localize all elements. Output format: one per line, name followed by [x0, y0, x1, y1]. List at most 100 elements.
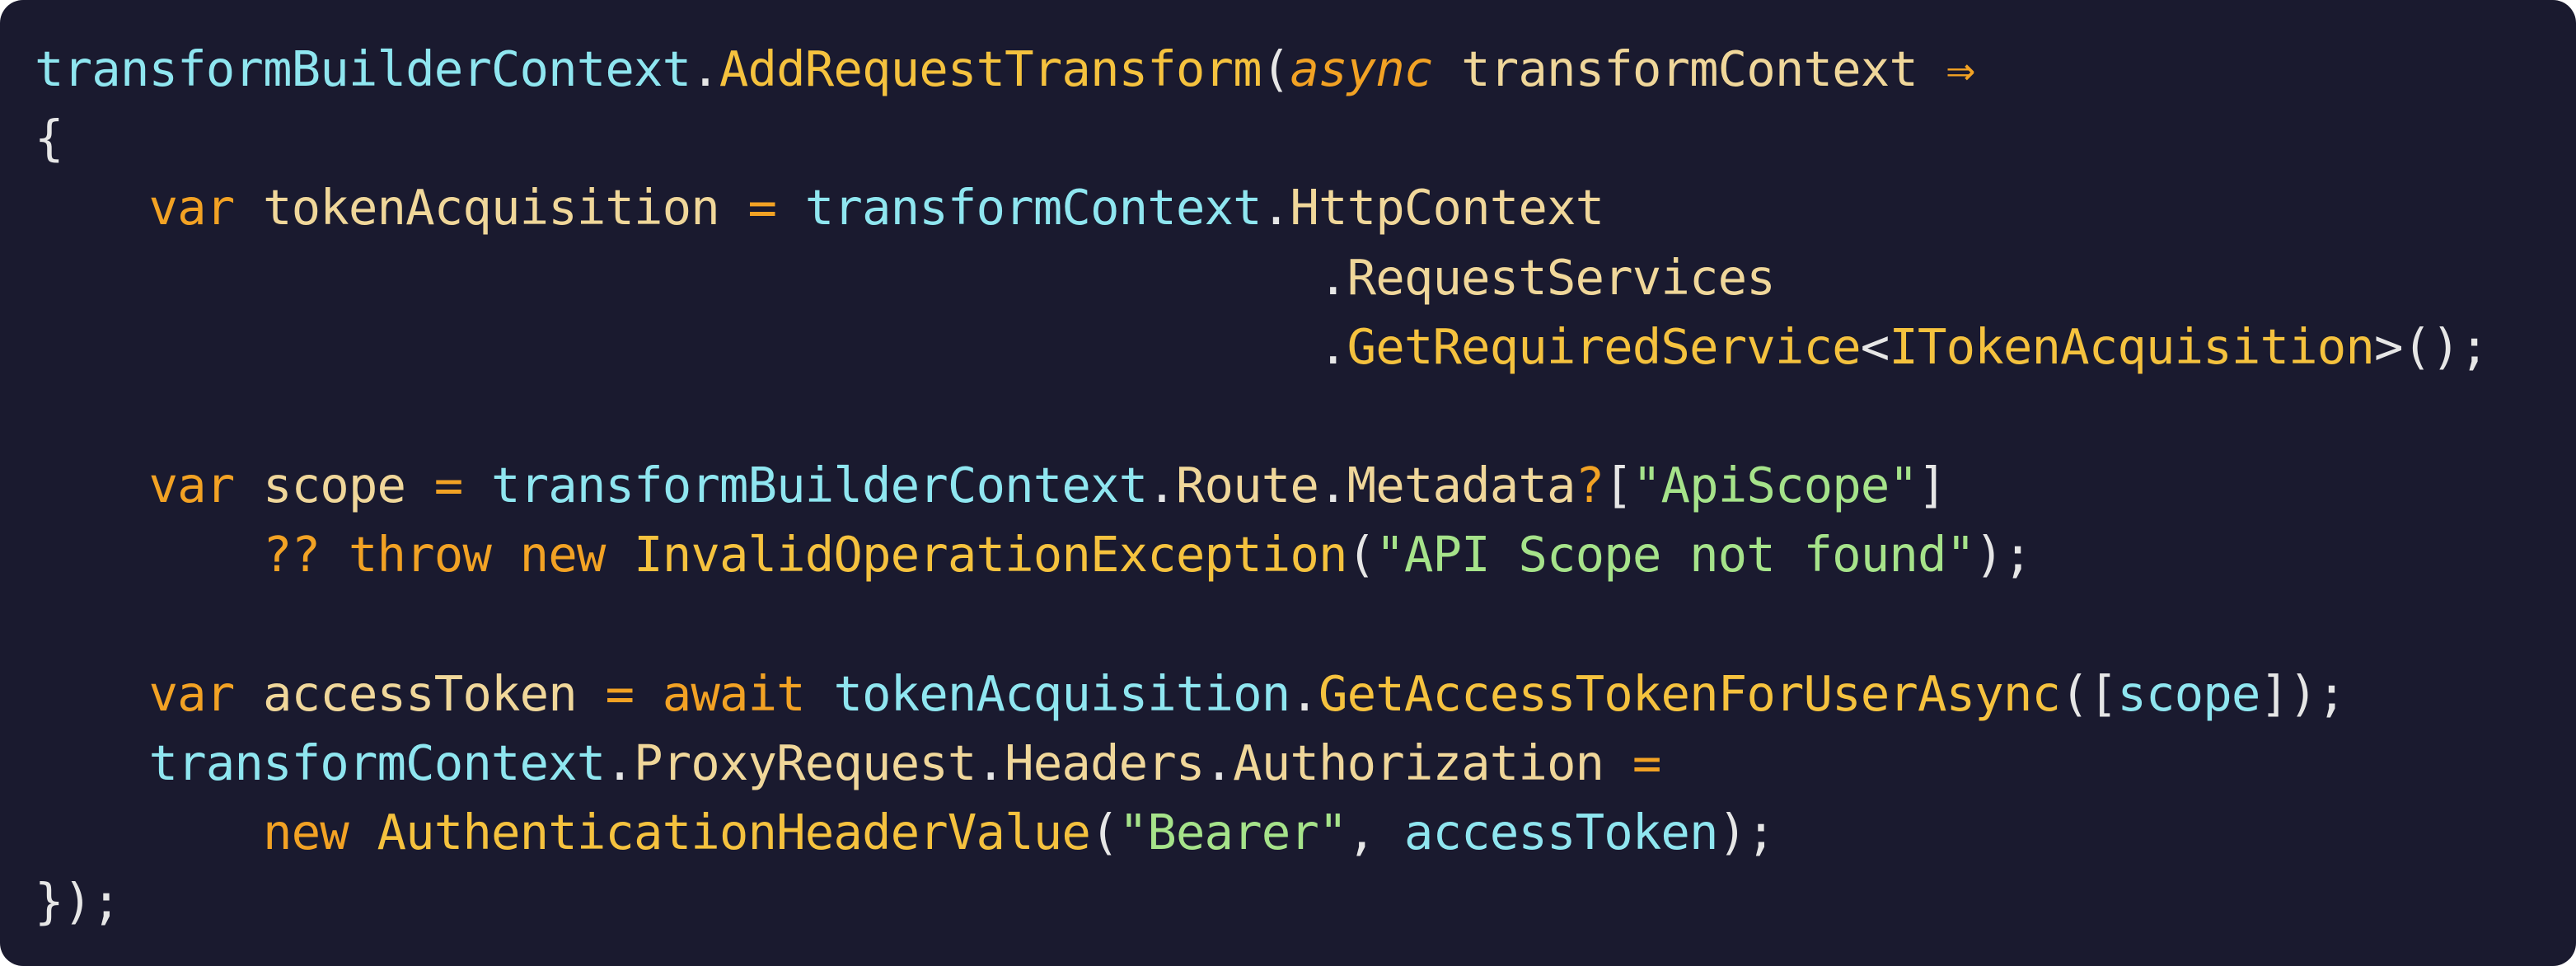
code-token-default: [776, 179, 805, 236]
code-token-method: AuthenticationHeaderValue: [377, 804, 1090, 861]
code-token-punct: .: [1318, 317, 1348, 375]
code-token-default: [35, 734, 148, 791]
code-token-punct: .: [1318, 248, 1348, 306]
code-token-default: [491, 526, 520, 583]
code-token-punct: {: [35, 110, 64, 167]
code-token-punct: (: [1090, 804, 1120, 861]
code-token-string: "ApiScope": [1632, 457, 1918, 514]
code-token-default: [234, 457, 263, 513]
code-token-property: transformContext: [1461, 40, 1918, 97]
code-token-default: [35, 526, 263, 583]
code-block: transformBuilderContext.AddRequestTransf…: [35, 35, 2489, 936]
code-token-punct: ]: [1918, 457, 1947, 514]
code-token-punct: );: [1717, 804, 1776, 861]
code-token-punct: <: [1860, 317, 1890, 375]
code-token-method: InvalidOperationException: [634, 526, 1347, 584]
code-token-punct: .: [691, 40, 720, 97]
code-token-property: Headers: [1005, 734, 1205, 791]
code-token-method: GetRequiredService: [1347, 317, 1862, 375]
code-line: {: [35, 104, 2488, 173]
code-token-punct: [: [1604, 457, 1633, 514]
code-line: [35, 590, 2488, 659]
code-token-keyword: ??: [262, 526, 321, 584]
code-token-punct: .: [1261, 179, 1291, 237]
code-token-default: [462, 457, 491, 513]
code-token-keyword: var: [148, 457, 235, 514]
code-token-ident: transformContext: [804, 179, 1262, 237]
code-token-default: [234, 179, 263, 236]
code-token-default: [35, 665, 148, 722]
code-token-default: [35, 457, 148, 513]
code-token-property: Authorization: [1233, 734, 1604, 791]
code-token-method: GetAccessTokenForUserAsync: [1318, 664, 2061, 722]
code-token-default: [1432, 40, 1461, 97]
code-token-default: [1604, 734, 1632, 791]
code-token-keyword: ?: [1575, 457, 1605, 514]
code-token-default: [805, 665, 834, 722]
code-token-punct: ,: [1347, 804, 1404, 861]
code-line: var tokenAcquisition = transformContext.…: [35, 173, 2488, 242]
code-token-punct: );: [1974, 526, 2032, 584]
code-token-keyword: var: [148, 664, 235, 722]
code-token-method: ITokenAcquisition: [1889, 317, 2374, 375]
code-token-punct: .: [1318, 457, 1348, 514]
code-token-punct: .: [1204, 734, 1234, 791]
code-token-property: Route: [1175, 457, 1319, 514]
code-line: var accessToken = await tokenAcquisition…: [35, 659, 2488, 729]
code-line: transformContext.ProxyRequest.Headers.Au…: [35, 729, 2488, 798]
code-token-default: [234, 665, 263, 722]
code-token-default: [35, 318, 1318, 375]
code-line: ?? throw new InvalidOperationException("…: [35, 520, 2488, 589]
code-token-property: RequestServices: [1347, 248, 1776, 306]
code-token-default: [719, 179, 748, 236]
code-token-punct: >();: [2373, 317, 2489, 375]
code-token-ident: scope: [2117, 664, 2260, 722]
code-token-method: AddRequestTransform: [719, 40, 1262, 97]
code-token-ident: accessToken: [1403, 804, 1719, 861]
code-line: .GetRequiredService<ITokenAcquisition>()…: [35, 312, 2489, 382]
code-token-keyword: =: [433, 457, 464, 514]
code-token-property: accessToken: [262, 664, 578, 722]
code-token-default: [349, 804, 377, 860]
code-line: [35, 382, 2488, 451]
code-line: transformBuilderContext.AddRequestTransf…: [35, 35, 2488, 104]
code-snippet-card: transformBuilderContext.AddRequestTransf…: [0, 0, 2576, 966]
code-token-property: ProxyRequest: [634, 734, 977, 791]
code-token-punct: .: [605, 734, 635, 791]
code-token-keyword: new: [262, 804, 349, 861]
code-token-punct: .: [976, 734, 1006, 791]
code-token-punct: });: [35, 873, 121, 931]
code-token-keyword: =: [1632, 734, 1662, 791]
code-token-punct: .: [1147, 457, 1177, 514]
code-token-string: "API Scope not found": [1375, 526, 1975, 584]
code-token-default: [1918, 40, 1946, 97]
code-token-default: [35, 596, 63, 653]
code-token-keyword: await: [662, 664, 806, 722]
code-token-punct: .: [1290, 664, 1319, 722]
code-token-keyword: new: [519, 526, 607, 584]
code-token-default: [405, 457, 434, 513]
code-token-punct: (: [1261, 40, 1291, 97]
code-token-punct: ]);: [2260, 664, 2347, 722]
code-token-string: "Bearer": [1118, 804, 1348, 861]
code-token-keyword: =: [747, 179, 778, 237]
code-token-keyword: var: [148, 179, 235, 237]
code-token-ident: transformBuilderContext: [490, 457, 1148, 514]
code-line: .RequestServices: [35, 243, 2488, 312]
code-token-default: [35, 179, 148, 236]
code-token-default: [35, 804, 263, 860]
code-token-ident: tokenAcquisition: [833, 664, 1290, 722]
code-token-keyword: throw: [348, 526, 492, 584]
code-token-default: [35, 387, 63, 444]
code-token-default: [634, 665, 663, 722]
code-token-punct: (: [1347, 526, 1377, 584]
code-token-default: [577, 665, 606, 722]
code-token-keyword: ⇒: [1946, 40, 1976, 97]
code-token-default: [605, 526, 634, 583]
code-token-keyword-italic: async: [1290, 40, 1433, 97]
code-token-default: [320, 526, 349, 583]
code-line: new AuthenticationHeaderValue("Bearer", …: [35, 798, 2488, 867]
code-token-property: Metadata: [1347, 457, 1576, 514]
code-token-punct: ([: [2060, 664, 2118, 722]
code-token-ident: transformContext: [148, 734, 606, 791]
